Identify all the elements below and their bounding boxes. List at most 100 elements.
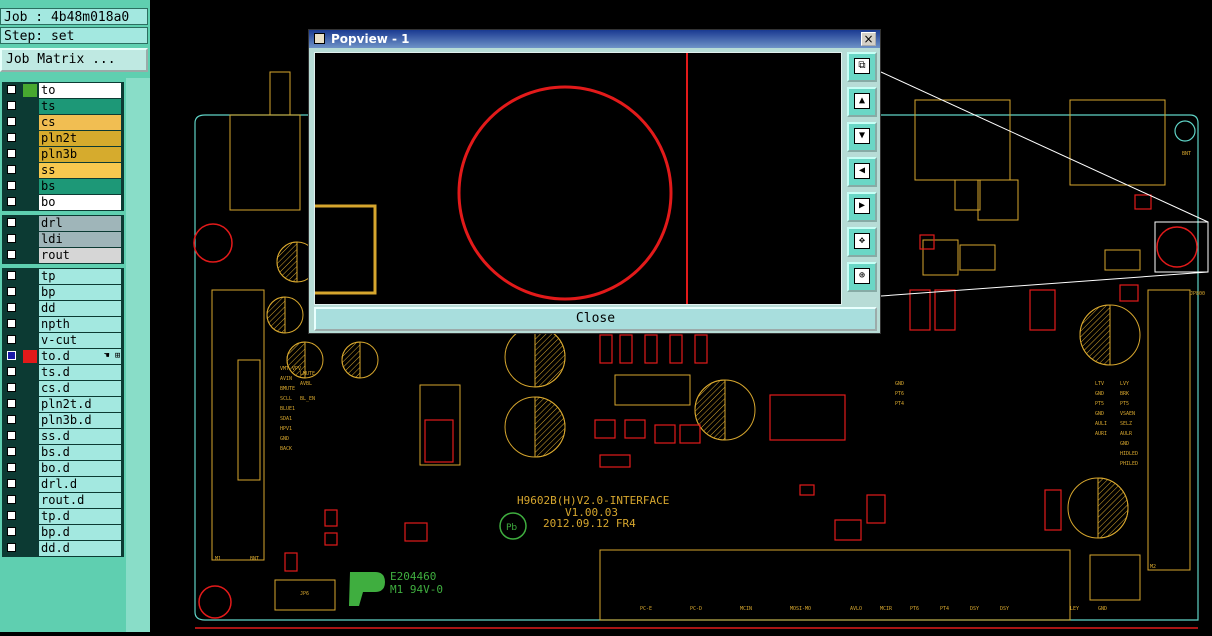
layer-swatch[interactable] [23,510,37,523]
layer-name[interactable]: bs [39,179,121,194]
layer-checkbox[interactable] [7,447,16,456]
layer-name[interactable]: pln2t.d [39,397,121,412]
layer-row-v-cut[interactable]: v-cut [3,333,123,348]
popview-canvas[interactable] [314,52,842,305]
layer-swatch[interactable] [23,382,37,395]
layer-swatch[interactable] [23,398,37,411]
layer-swatch[interactable] [23,180,37,193]
layer-name[interactable]: dd.d [39,541,121,556]
layer-swatch[interactable] [23,100,37,113]
layer-checkbox[interactable] [7,218,16,227]
layer-row-cs[interactable]: cs [3,115,123,130]
layer-checkbox[interactable] [7,117,16,126]
layer-row-ts-d[interactable]: ts.d [3,365,123,380]
layer-checkbox[interactable] [7,335,16,344]
layer-name[interactable]: tp [39,269,121,284]
layer-checkbox[interactable] [7,85,16,94]
layer-row-ss[interactable]: ss [3,163,123,178]
layer-row-rout-d[interactable]: rout.d [3,493,123,508]
layer-row-bo[interactable]: bo [3,195,123,210]
layer-name[interactable]: ldi [39,232,121,247]
close-button[interactable]: Close [314,307,877,331]
layer-checkbox[interactable] [7,165,16,174]
layer-checkbox[interactable] [7,133,16,142]
layer-name[interactable]: bo [39,195,121,210]
layer-swatch[interactable] [23,542,37,555]
layer-name[interactable]: ts [39,99,121,114]
layer-row-dd-d[interactable]: dd.d [3,541,123,556]
layer-checkbox[interactable] [7,543,16,552]
layer-swatch[interactable] [23,446,37,459]
layer-name[interactable]: pln3b [39,147,121,162]
layer-name[interactable]: cs [39,115,121,130]
close-icon[interactable]: × [861,32,876,46]
layer-name[interactable]: ss.d [39,429,121,444]
layer-row-ts[interactable]: ts [3,99,123,114]
fit-view-button[interactable]: ✥ [847,227,877,257]
layer-swatch[interactable] [23,526,37,539]
copy-view-button[interactable]: ⧉ [847,52,877,82]
layer-row-pln2t[interactable]: pln2t [3,131,123,146]
layer-swatch[interactable] [23,84,37,97]
layer-name[interactable]: bp [39,285,121,300]
layer-name[interactable]: bs.d [39,445,121,460]
layer-name[interactable]: drl [39,216,121,231]
layer-name[interactable]: cs.d [39,381,121,396]
layer-checkbox[interactable] [7,463,16,472]
layer-row-drl-d[interactable]: drl.d [3,477,123,492]
layer-name[interactable]: bo.d [39,461,121,476]
layer-checkbox[interactable] [7,399,16,408]
layer-name[interactable]: to [39,83,121,98]
layer-checkbox[interactable] [7,303,16,312]
layer-row-to[interactable]: to [3,83,123,98]
layer-checkbox[interactable] [7,383,16,392]
layer-checkbox[interactable] [7,479,16,488]
layer-row-bs-d[interactable]: bs.d [3,445,123,460]
layer-name[interactable]: ts.d [39,365,121,380]
layer-name[interactable]: dd [39,301,121,316]
layer-checkbox[interactable] [7,351,16,360]
layer-row-bp-d[interactable]: bp.d [3,525,123,540]
layer-row-rout[interactable]: rout [3,248,123,263]
layer-swatch[interactable] [23,494,37,507]
layer-row-pln3b-d[interactable]: pln3b.d [3,413,123,428]
pan-right-view-button[interactable]: ▶ [847,192,877,222]
layer-checkbox[interactable] [7,527,16,536]
layer-name[interactable]: npth [39,317,121,332]
layer-checkbox[interactable] [7,495,16,504]
layer-name[interactable]: rout.d [39,493,121,508]
layer-swatch[interactable] [23,350,37,363]
layer-swatch[interactable] [23,430,37,443]
layer-row-bp[interactable]: bp [3,285,123,300]
layer-swatch[interactable] [23,196,37,209]
layer-swatch[interactable] [23,462,37,475]
layer-swatch[interactable] [23,249,37,262]
layer-row-pln2t-d[interactable]: pln2t.d [3,397,123,412]
layer-checkbox[interactable] [7,431,16,440]
layer-name[interactable]: ss [39,163,121,178]
layer-checkbox[interactable] [7,149,16,158]
layer-row-dd[interactable]: dd [3,301,123,316]
layer-swatch[interactable] [23,478,37,491]
layer-row-ldi[interactable]: ldi [3,232,123,247]
zoom-out-view-button[interactable]: ▼ [847,122,877,152]
layer-name[interactable]: drl.d [39,477,121,492]
layer-swatch[interactable] [23,318,37,331]
layer-name[interactable]: v-cut [39,333,121,348]
layer-checkbox[interactable] [7,319,16,328]
job-matrix-button[interactable]: Job Matrix ... [0,48,148,72]
layer-row-ss-d[interactable]: ss.d [3,429,123,444]
layer-swatch[interactable] [23,414,37,427]
layer-checkbox[interactable] [7,181,16,190]
layer-checkbox[interactable] [7,271,16,280]
layer-checkbox[interactable] [7,367,16,376]
layer-row-tp-d[interactable]: tp.d [3,509,123,524]
layer-row-tp[interactable]: tp [3,269,123,284]
layer-row-cs-d[interactable]: cs.d [3,381,123,396]
layer-name[interactable]: tp.d [39,509,121,524]
layer-row-to-d[interactable]: to.d ☚ ⊞ [3,349,123,364]
zoom-in-view-button[interactable]: ▲ [847,87,877,117]
layer-swatch[interactable] [23,132,37,145]
layer-row-bs[interactable]: bs [3,179,123,194]
layer-swatch[interactable] [23,217,37,230]
